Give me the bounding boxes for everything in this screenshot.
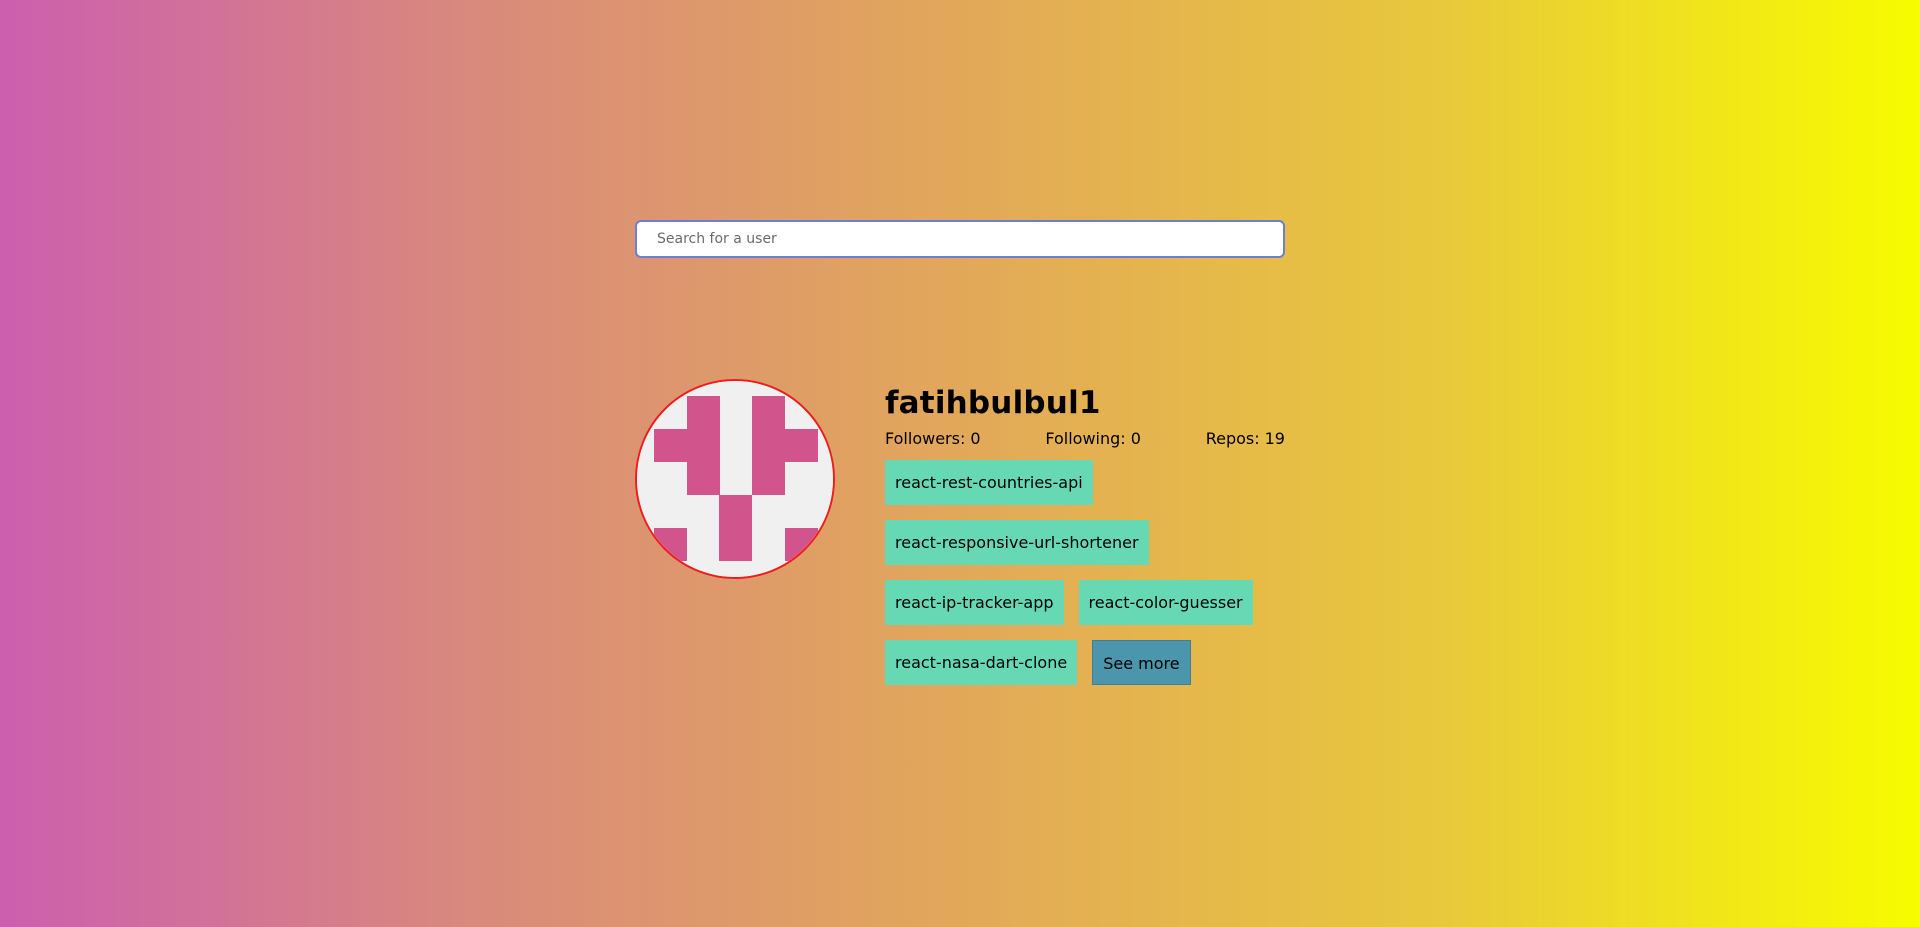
identicon-avatar-icon xyxy=(637,381,833,577)
repo-link[interactable]: react-responsive-url-shortener xyxy=(885,520,1149,565)
followers-stat: Followers: 0 xyxy=(885,427,981,451)
see-more-button[interactable]: See more xyxy=(1092,640,1191,685)
user-info: fatihbulbul1 Followers: 0 Following: 0 R… xyxy=(885,379,1285,685)
following-stat: Following: 0 xyxy=(1045,427,1141,451)
username: fatihbulbul1 xyxy=(885,385,1101,421)
user-stats: Followers: 0 Following: 0 Repos: 19 xyxy=(885,427,1285,451)
repo-link[interactable]: react-rest-countries-api xyxy=(885,460,1093,505)
avatar xyxy=(635,379,835,579)
repo-link[interactable]: react-nasa-dart-clone xyxy=(885,640,1078,685)
search-input[interactable] xyxy=(635,220,1285,258)
repos-stat: Repos: 19 xyxy=(1206,427,1285,451)
repo-list: react-rest-countries-api react-responsiv… xyxy=(885,460,1285,685)
repos-count: 19 xyxy=(1264,429,1285,448)
following-count: 0 xyxy=(1130,429,1141,448)
search-bar xyxy=(635,220,1285,258)
repos-label: Repos: xyxy=(1205,429,1260,448)
repo-link[interactable]: react-color-guesser xyxy=(1078,580,1253,625)
following-label: Following: xyxy=(1045,429,1126,448)
repo-link[interactable]: react-ip-tracker-app xyxy=(885,580,1064,625)
followers-label: Followers: xyxy=(885,429,966,448)
followers-count: 0 xyxy=(970,429,981,448)
